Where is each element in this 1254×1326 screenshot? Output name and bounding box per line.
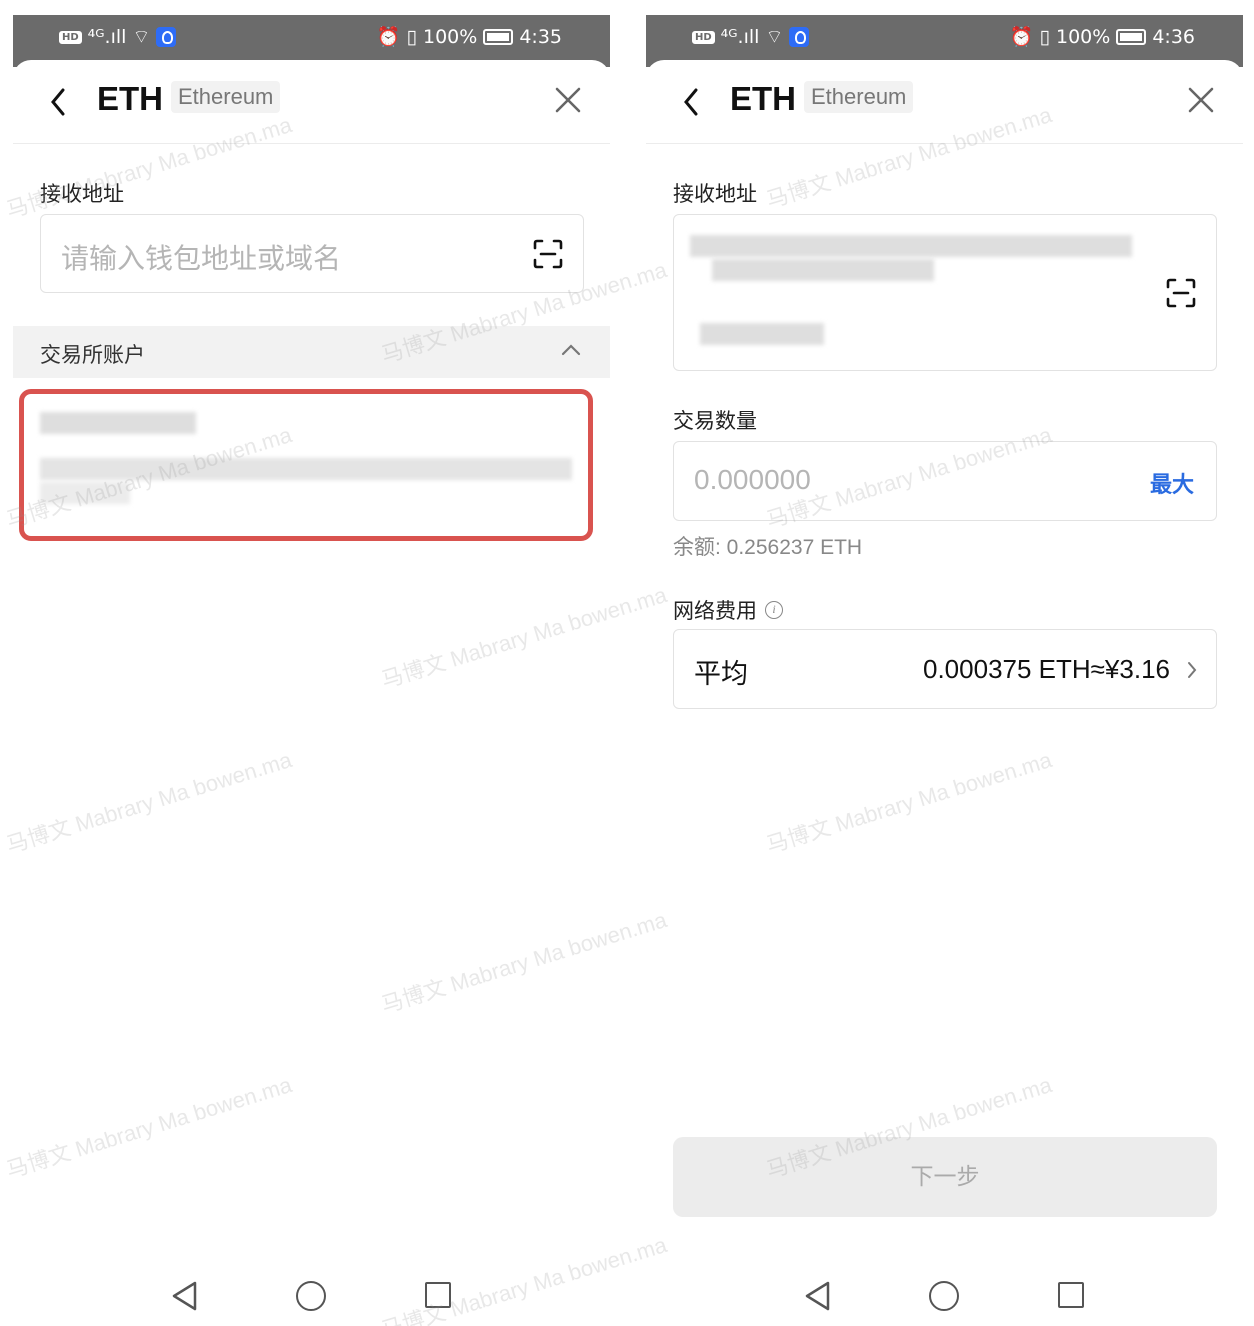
redacted-address-line-1 bbox=[690, 235, 1132, 257]
system-nav-bar bbox=[13, 1270, 610, 1326]
nav-home-icon[interactable] bbox=[296, 1281, 326, 1311]
signal-icon: ⁴ᴳ.ıll bbox=[720, 26, 760, 48]
fee-value: 0.000375 ETH≈¥3.16 bbox=[923, 654, 1170, 684]
close-icon[interactable] bbox=[1187, 86, 1215, 114]
next-step-button[interactable]: 下一步 bbox=[673, 1137, 1217, 1217]
network-fee-label-row: 网络费用 i bbox=[673, 595, 783, 625]
sheet-header: ETH Ethereum bbox=[646, 60, 1243, 144]
redacted-account-name bbox=[40, 412, 196, 434]
alarm-icon: ⏰ bbox=[376, 26, 401, 48]
network-fee-selector[interactable]: 平均 0.000375 ETH≈¥3.16 bbox=[673, 629, 1217, 709]
nav-back-icon[interactable] bbox=[171, 1280, 199, 1312]
scan-icon[interactable] bbox=[533, 239, 563, 269]
scan-icon[interactable] bbox=[1166, 278, 1196, 308]
battery-percent: 100% bbox=[1056, 25, 1111, 48]
redacted-account-address-tail bbox=[40, 482, 130, 504]
back-arrow-icon[interactable] bbox=[47, 86, 71, 118]
bulb-icon bbox=[789, 27, 810, 47]
chevron-right-icon bbox=[1188, 662, 1197, 678]
battery-percent: 100% bbox=[423, 25, 478, 48]
coin-symbol: ETH bbox=[97, 80, 163, 117]
signal-icon: ⁴ᴳ.ıll bbox=[87, 26, 127, 48]
nav-recents-icon[interactable] bbox=[425, 1282, 451, 1308]
clock-time: 4:36 bbox=[1152, 25, 1195, 48]
hd-icon: HD bbox=[59, 30, 82, 44]
fee-speed-label: 平均 bbox=[694, 659, 748, 690]
max-button[interactable]: 最大 bbox=[1150, 467, 1194, 499]
address-label: 接收地址 bbox=[673, 182, 757, 206]
amount-input[interactable]: 0.000000 最大 bbox=[673, 441, 1217, 521]
right-screen: HD ⁴ᴳ.ıll ⌔ ⏰ ▯ 100% 4:36 ETH Ethereum 接… bbox=[646, 15, 1243, 1326]
address-placeholder: 请输入钱包地址或域名 bbox=[61, 242, 342, 275]
nav-recents-icon[interactable] bbox=[1058, 1282, 1084, 1308]
wifi-icon: ⌔ bbox=[765, 26, 784, 48]
back-arrow-icon[interactable] bbox=[680, 86, 704, 118]
exchange-accounts-label: 交易所账户 bbox=[40, 343, 145, 367]
redacted-address-line-3 bbox=[700, 323, 824, 345]
amount-placeholder: 0.000000 bbox=[694, 464, 811, 495]
chain-tag: Ethereum bbox=[804, 81, 914, 113]
battery-icon bbox=[1116, 28, 1147, 45]
address-input[interactable]: 请输入钱包地址或域名 bbox=[40, 214, 584, 293]
network-fee-label: 网络费用 bbox=[673, 599, 757, 623]
redacted-address-line-2 bbox=[712, 259, 934, 281]
send-sheet: ETH Ethereum 接收地址 交易数量 0.000000 最大 余额: 0… bbox=[646, 60, 1243, 1326]
redacted-account-address bbox=[40, 458, 572, 480]
exchange-account-item[interactable] bbox=[19, 389, 593, 541]
close-icon[interactable] bbox=[554, 86, 582, 114]
balance-text: 余额: 0.256237 ETH bbox=[673, 536, 863, 559]
amount-label: 交易数量 bbox=[673, 409, 757, 433]
left-screen: HD ⁴ᴳ.ıll ⌔ ⏰ ▯ 100% 4:35 ETH Ethereum 接… bbox=[13, 15, 610, 1326]
nav-home-icon[interactable] bbox=[929, 1281, 959, 1311]
chain-tag: Ethereum bbox=[171, 81, 281, 113]
vibrate-icon: ▯ bbox=[1039, 25, 1050, 48]
send-sheet: ETH Ethereum 接收地址 请输入钱包地址或域名 交易所账户 bbox=[13, 60, 610, 1326]
chevron-up-icon[interactable] bbox=[560, 342, 582, 358]
system-nav-bar bbox=[646, 1270, 1243, 1326]
hd-icon: HD bbox=[692, 30, 715, 44]
alarm-icon: ⏰ bbox=[1009, 26, 1034, 48]
address-label: 接收地址 bbox=[40, 182, 124, 206]
battery-icon bbox=[483, 28, 514, 45]
bulb-icon bbox=[156, 27, 177, 47]
exchange-accounts-header[interactable]: 交易所账户 bbox=[13, 326, 610, 378]
sheet-header: ETH Ethereum bbox=[13, 60, 610, 144]
info-icon[interactable]: i bbox=[765, 601, 783, 619]
vibrate-icon: ▯ bbox=[406, 25, 417, 48]
address-input[interactable] bbox=[673, 214, 1217, 371]
coin-symbol: ETH bbox=[730, 80, 796, 117]
clock-time: 4:35 bbox=[519, 25, 562, 48]
wifi-icon: ⌔ bbox=[132, 26, 151, 48]
nav-back-icon[interactable] bbox=[804, 1280, 832, 1312]
